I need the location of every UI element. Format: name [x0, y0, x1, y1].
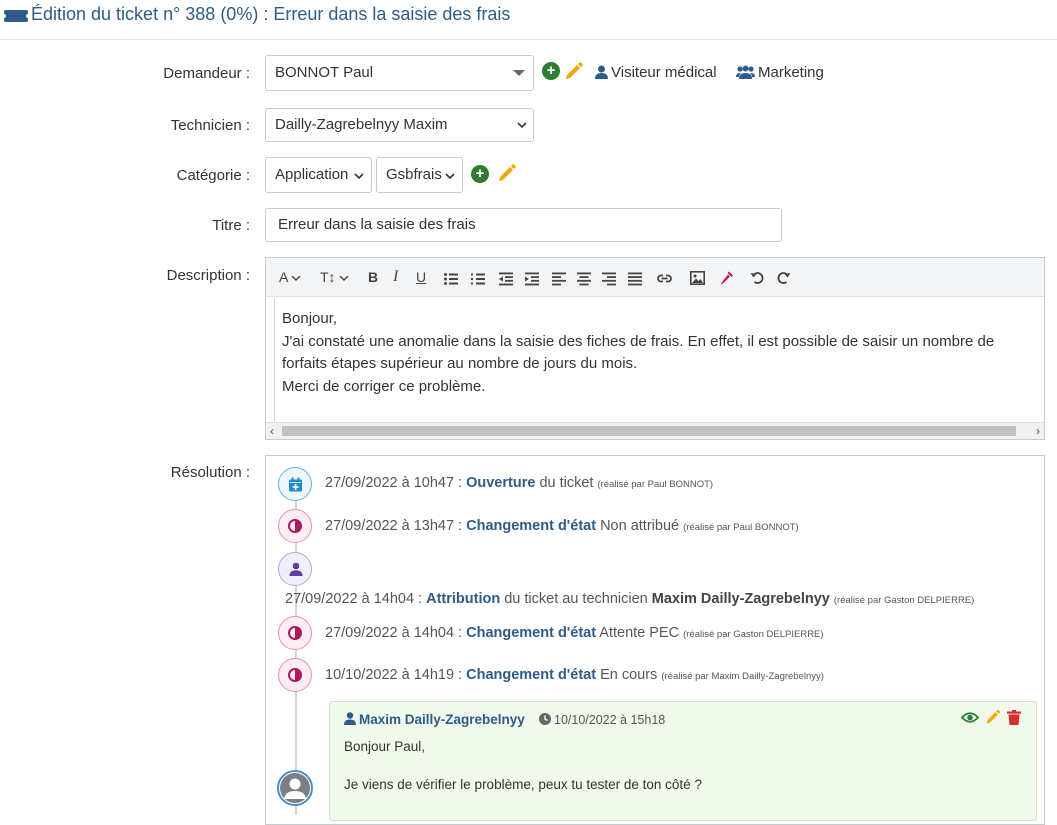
followup-text-line: Bonjour Paul,	[344, 739, 426, 754]
timeline-event: 27/09/2022 à 14h04 : Attribution du tick…	[285, 591, 975, 607]
chevron-down-icon	[445, 173, 455, 180]
edit-category-pencil-icon[interactable]	[497, 163, 517, 183]
users-icon	[736, 65, 755, 79]
chevron-down-icon	[517, 122, 527, 129]
justify-icon[interactable]	[628, 270, 642, 288]
followup-author: Maxim Dailly-Zagrebelnyy	[344, 712, 525, 727]
redo-icon[interactable]	[777, 269, 791, 287]
title-value: Erreur dans la saisie des frais	[278, 216, 476, 233]
requester-select[interactable]: BONNOT Paul	[265, 55, 534, 91]
dropdown-caret-icon	[513, 70, 525, 76]
event-action: Ouverture	[466, 475, 536, 491]
requester-group: Marketing	[736, 64, 824, 81]
description-label: Description :	[166, 267, 250, 284]
page-title: Édition du ticket n° 388 (0%) : Erreur d…	[31, 4, 511, 24]
subcategory-value: Gsbfrais	[386, 166, 442, 183]
calendar-plus-icon	[289, 477, 302, 492]
category-value: Application	[275, 166, 349, 183]
bullet-list-icon[interactable]	[444, 270, 458, 288]
description-editor[interactable]: A T↕ B I U Bonjour, J'ai constaté une an…	[265, 257, 1045, 440]
event-action: Changement d'état	[466, 667, 597, 683]
edit-pencil-icon[interactable]	[985, 709, 1001, 725]
avatar	[277, 770, 313, 806]
technician-select[interactable]: Dailly-Zagrebelnyy Maxim	[265, 108, 534, 142]
scroll-left-icon[interactable]: ‹	[270, 423, 274, 439]
underline-button[interactable]: U	[416, 268, 426, 286]
requester-value: BONNOT Paul	[275, 64, 374, 81]
technician-label: Technicien :	[170, 117, 250, 134]
resolution-label: Résolution :	[170, 464, 250, 481]
ticket-icon	[4, 10, 28, 22]
user-icon	[289, 562, 303, 576]
half-circle-icon	[288, 668, 302, 682]
link-icon[interactable]	[656, 269, 673, 287]
title-label: Titre :	[212, 217, 250, 234]
requester-label: Demandeur :	[163, 65, 250, 82]
half-circle-icon	[288, 519, 302, 533]
timeline-event: 27/09/2022 à 10h47 : Ouverture du ticket…	[325, 475, 714, 491]
align-left-icon[interactable]	[552, 270, 566, 288]
color-picker-icon[interactable]	[720, 269, 734, 287]
event-action: Attribution	[426, 591, 501, 607]
timeline-event: 27/09/2022 à 13h47 : Changement d'état N…	[325, 518, 799, 534]
numbered-list-icon[interactable]	[471, 270, 485, 288]
image-icon[interactable]	[690, 269, 705, 287]
half-circle-icon	[288, 626, 302, 640]
edit-requester-pencil-icon[interactable]	[564, 61, 584, 81]
description-line: Bonjour,	[282, 310, 338, 327]
scroll-right-icon[interactable]: ›	[1036, 423, 1040, 439]
add-requester-button[interactable]: +	[542, 62, 560, 80]
timeline-status-badge	[278, 616, 312, 650]
technician-value: Dailly-Zagrebelnyy Maxim	[275, 116, 448, 133]
followup-text-line: Je viens de vérifier le problème, peux t…	[344, 777, 702, 792]
user-icon	[344, 712, 356, 725]
timeline-status-badge	[278, 509, 312, 543]
indent-icon[interactable]	[525, 270, 539, 288]
timeline-event: 10/10/2022 à 14h19 : Changement d'état E…	[325, 667, 824, 683]
chevron-down-icon	[339, 275, 349, 281]
event-action: Changement d'état	[466, 518, 597, 534]
followup-date: 10/10/2022 à 15h18	[539, 713, 665, 727]
add-category-button[interactable]: +	[471, 165, 489, 183]
subcategory-select[interactable]: Gsbfrais	[376, 157, 463, 193]
title-input[interactable]: Erreur dans la saisie des frais	[265, 208, 782, 242]
description-line: forfaits étapes supérieur au nombre de j…	[282, 355, 638, 372]
delete-trash-icon[interactable]	[1007, 710, 1021, 725]
category-select[interactable]: Application	[265, 157, 372, 193]
align-center-icon[interactable]	[577, 270, 591, 288]
outdent-icon[interactable]	[499, 270, 513, 288]
timeline-open-badge	[278, 467, 312, 501]
page-header: Édition du ticket n° 388 (0%) : Erreur d…	[0, 0, 1057, 40]
view-eye-icon[interactable]	[961, 711, 979, 724]
editor-content[interactable]: Bonjour, J'ai constaté une anomalie dans…	[274, 298, 1042, 422]
clock-icon	[539, 713, 551, 725]
align-right-icon[interactable]	[602, 270, 616, 288]
font-color-button[interactable]: A	[279, 268, 301, 286]
description-line: J'ai constaté une anomalie dans la saisi…	[282, 332, 995, 350]
chevron-down-icon	[354, 173, 364, 180]
category-label: Catégorie :	[176, 167, 250, 184]
bold-button[interactable]: B	[368, 268, 378, 286]
user-icon	[595, 65, 608, 79]
font-size-button[interactable]: T↕	[320, 268, 349, 286]
followup-card: Maxim Dailly-Zagrebelnyy 10/10/2022 à 15…	[329, 701, 1037, 821]
timeline-status-badge	[278, 658, 312, 692]
horizontal-scrollbar[interactable]: ‹ ›	[266, 422, 1044, 439]
timeline-assign-badge	[278, 552, 312, 586]
undo-icon[interactable]	[750, 269, 764, 287]
timeline-event: 27/09/2022 à 14h04 : Changement d'état A…	[325, 625, 824, 641]
user-avatar-icon	[280, 773, 310, 803]
requester-profile: Visiteur médical	[595, 64, 717, 81]
scrollbar-thumb[interactable]	[282, 426, 1016, 436]
chevron-down-icon	[291, 275, 301, 281]
italic-button[interactable]: I	[393, 268, 398, 286]
event-action: Changement d'état	[466, 625, 597, 641]
description-line: Merci de corriger ce problème.	[282, 377, 486, 395]
editor-toolbar: A T↕ B I U	[266, 258, 1044, 297]
